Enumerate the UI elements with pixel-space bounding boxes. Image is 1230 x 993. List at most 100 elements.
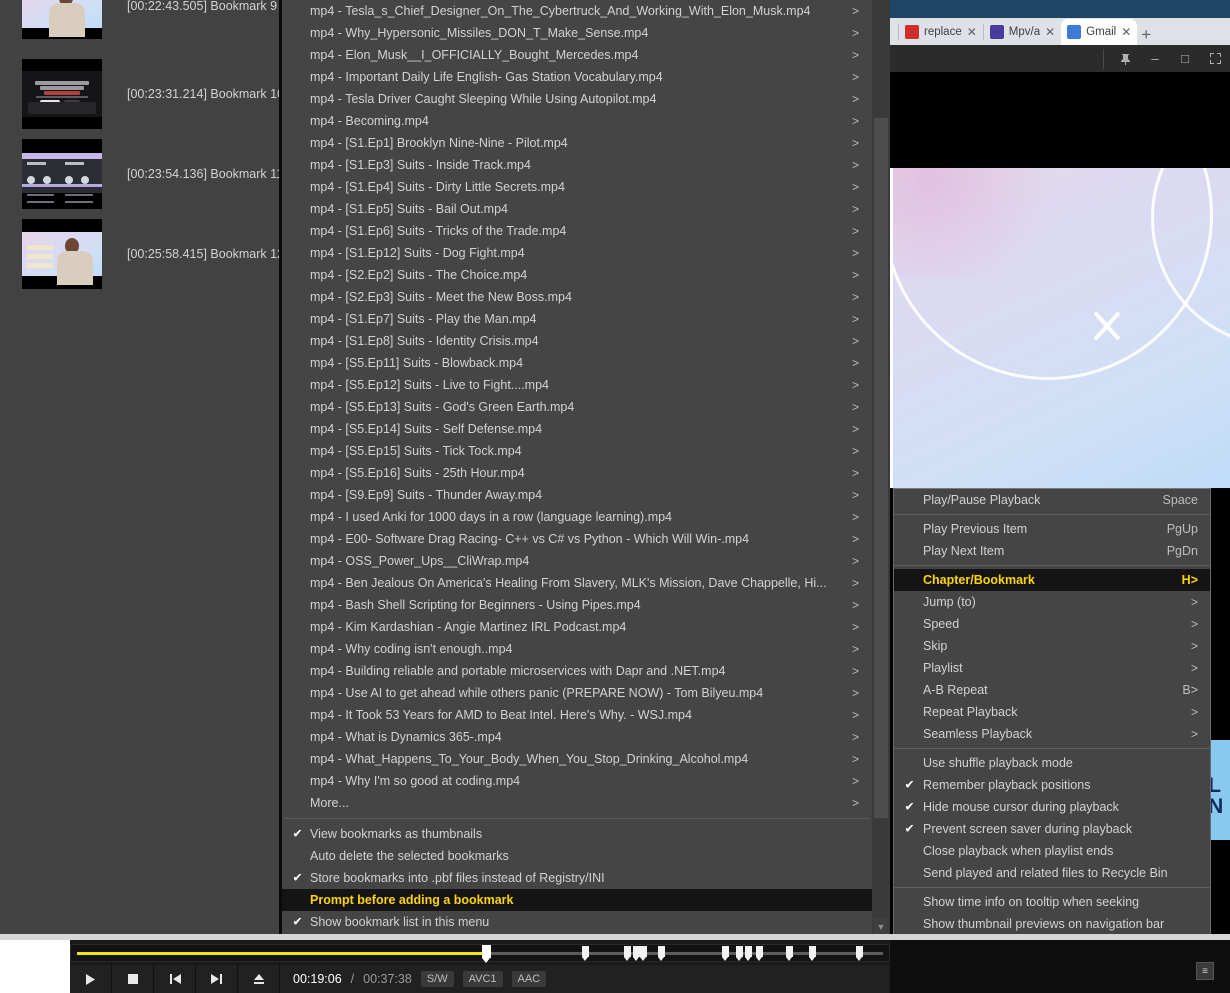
file-menu-item[interactable]: mp4 - [S2.Ep3] Suits - Meet the New Boss… bbox=[282, 286, 872, 308]
file-menu-item[interactable]: mp4 - [S5.Ep14] Suits - Self Defense.mp4… bbox=[282, 418, 872, 440]
file-menu-item[interactable]: mp4 - What_Happens_To_Your_Body_When_You… bbox=[282, 748, 872, 770]
file-menu-item[interactable]: mp4 - [S1.Ep1] Brooklyn Nine-Nine - Pilo… bbox=[282, 132, 872, 154]
bookmark-row[interactable]: [00:22:43.505] Bookmark 9 bbox=[22, 0, 277, 39]
context-menu-item[interactable]: Jump (to) > bbox=[894, 591, 1210, 613]
playhead-handle[interactable] bbox=[481, 945, 491, 963]
context-menu-item[interactable]: Send played and related files to Recycle… bbox=[894, 862, 1210, 884]
context-menu-item[interactable]: Show thumbnail previews on navigation ba… bbox=[894, 913, 1210, 935]
file-menu-item[interactable]: mp4 - [S5.Ep15] Suits - Tick Tock.mp4 > bbox=[282, 440, 872, 462]
close-icon[interactable]: ✕ bbox=[1045, 25, 1055, 39]
file-menu-item[interactable]: mp4 - [S1.Ep5] Suits - Bail Out.mp4 > bbox=[282, 198, 872, 220]
context-menu-item[interactable]: Show time info on tooltip when seeking bbox=[894, 891, 1210, 913]
context-menu-item[interactable]: Close playback when playlist ends bbox=[894, 840, 1210, 862]
bookmark-option-item[interactable]: Prompt before adding a bookmark bbox=[282, 889, 872, 911]
restore-icon[interactable] bbox=[1200, 46, 1230, 72]
context-menu-item[interactable]: Speed > bbox=[894, 613, 1210, 635]
maximize-button[interactable]: □ bbox=[1170, 46, 1200, 72]
file-menu-item[interactable]: mp4 - Kim Kardashian - Angie Martinez IR… bbox=[282, 616, 872, 638]
context-menu-item[interactable]: Seamless Playback > bbox=[894, 723, 1210, 745]
bookmark-marker[interactable] bbox=[735, 946, 743, 961]
pin-icon[interactable] bbox=[1110, 46, 1140, 72]
file-menu-item[interactable]: mp4 - [S1.Ep7] Suits - Play the Man.mp4 > bbox=[282, 308, 872, 330]
previous-button[interactable] bbox=[154, 965, 196, 993]
bookmark-marker[interactable] bbox=[785, 946, 793, 961]
context-menu-item[interactable]: Play/Pause Playback Space bbox=[894, 489, 1210, 511]
bookmark-marker[interactable] bbox=[855, 946, 863, 961]
next-button[interactable] bbox=[196, 965, 238, 993]
file-menu-item[interactable]: mp4 - [S1.Ep6] Suits - Tricks of the Tra… bbox=[282, 220, 872, 242]
browser-tab-2[interactable]: Gmail ✕ bbox=[1061, 19, 1138, 45]
file-menu-item[interactable]: mp4 - Tesla Driver Caught Sleeping While… bbox=[282, 88, 872, 110]
bookmark-marker[interactable] bbox=[722, 946, 730, 961]
stop-button[interactable] bbox=[112, 965, 154, 993]
bookmark-thumbnail[interactable] bbox=[22, 139, 102, 209]
file-menu-item[interactable]: mp4 - Tesla_s_Chief_Designer_On_The_Cybe… bbox=[282, 0, 872, 22]
scrollbar-thumb[interactable] bbox=[874, 118, 888, 818]
context-menu-item[interactable]: A-B Repeat B> bbox=[894, 679, 1210, 701]
file-menu-item[interactable]: mp4 - Elon_Musk__I_OFFICIALLY_Bought_Mer… bbox=[282, 44, 872, 66]
bookmark-option-item[interactable]: ✔ Store bookmarks into .pbf files instead… bbox=[282, 867, 872, 889]
file-menu-item[interactable]: mp4 - Why_Hypersonic_Missiles_DON_T_Make… bbox=[282, 22, 872, 44]
file-menu-item[interactable]: mp4 - [S5.Ep16] Suits - 25th Hour.mp4 > bbox=[282, 462, 872, 484]
play-button[interactable] bbox=[70, 965, 112, 993]
bookmark-marker[interactable] bbox=[624, 946, 632, 961]
bookmark-marker[interactable] bbox=[744, 946, 752, 961]
file-menu-item[interactable]: mp4 - [S1.Ep12] Suits - Dog Fight.mp4 > bbox=[282, 242, 872, 264]
file-menu-item[interactable]: mp4 - [S5.Ep11] Suits - Blowback.mp4 > bbox=[282, 352, 872, 374]
context-menu-item[interactable]: Play Previous Item PgUp bbox=[894, 518, 1210, 540]
file-menu-item[interactable]: mp4 - [S5.Ep12] Suits - Live to Fight...… bbox=[282, 374, 872, 396]
bookmark-thumbnail[interactable] bbox=[22, 59, 102, 129]
file-menu-item[interactable]: mp4 - [S1.Ep3] Suits - Inside Track.mp4 > bbox=[282, 154, 872, 176]
bookmark-option-item[interactable]: ✔ Show bookmark list in this menu bbox=[282, 911, 872, 933]
bookmark-marker[interactable] bbox=[639, 946, 647, 961]
bookmark-marker[interactable] bbox=[632, 946, 640, 961]
file-menu-item[interactable]: mp4 - [S5.Ep13] Suits - God's Green Eart… bbox=[282, 396, 872, 418]
bookmark-marker[interactable] bbox=[809, 946, 817, 961]
close-icon[interactable]: ✕ bbox=[967, 25, 977, 39]
file-menu-item[interactable]: mp4 - Important Daily Life English- Gas … bbox=[282, 66, 872, 88]
context-menu-item[interactable]: ✔ Remember playback positions bbox=[894, 774, 1210, 796]
file-menu-item[interactable]: mp4 - I used Anki for 1000 days in a row… bbox=[282, 506, 872, 528]
file-menu-item[interactable]: mp4 - Why coding isn't enough..mp4 > bbox=[282, 638, 872, 660]
file-menu-item[interactable]: mp4 - Bash Shell Scripting for Beginners… bbox=[282, 594, 872, 616]
navigation-bar[interactable] bbox=[70, 944, 890, 963]
file-menu-item[interactable]: mp4 - Becoming.mp4 > bbox=[282, 110, 872, 132]
file-menu-item[interactable]: mp4 - It Took 53 Years for AMD to Beat I… bbox=[282, 704, 872, 726]
bookmark-marker[interactable] bbox=[581, 946, 589, 961]
bookmark-option-item[interactable]: Auto delete the selected bookmarks bbox=[282, 845, 872, 867]
eject-button[interactable] bbox=[238, 965, 280, 993]
bookmark-option-item[interactable]: ✔ View bookmarks as thumbnails bbox=[282, 823, 872, 845]
bookmark-row[interactable]: [00:23:54.136] Bookmark 11 bbox=[22, 139, 283, 209]
file-menu-item[interactable]: mp4 - Building reliable and portable mic… bbox=[282, 660, 872, 682]
browser-tab-1[interactable]: Mpv/a ✕ bbox=[984, 19, 1061, 45]
context-menu-item[interactable]: Playlist > bbox=[894, 657, 1210, 679]
context-menu-item[interactable]: Use shuffle playback mode bbox=[894, 752, 1210, 774]
file-menu-item[interactable]: mp4 - [S1.Ep8] Suits - Identity Crisis.m… bbox=[282, 330, 872, 352]
context-menu-item[interactable]: Repeat Playback > bbox=[894, 701, 1210, 723]
file-menu-item[interactable]: mp4 - E00- Software Drag Racing- C++ vs … bbox=[282, 528, 872, 550]
context-menu-item[interactable]: ✔ Prevent screen saver during playback bbox=[894, 818, 1210, 840]
bookmark-marker[interactable] bbox=[658, 946, 666, 961]
file-menu-item[interactable]: mp4 - [S1.Ep4] Suits - Dirty Little Secr… bbox=[282, 176, 872, 198]
context-menu-item[interactable]: ✔ Hide mouse cursor during playback bbox=[894, 796, 1210, 818]
bookmark-thumbnail[interactable] bbox=[22, 0, 102, 39]
bookmark-row[interactable]: [00:25:58.415] Bookmark 12 bbox=[22, 219, 284, 289]
bookmark-thumbnail[interactable] bbox=[22, 219, 102, 289]
file-menu-item[interactable]: mp4 - Why I'm so good at coding.mp4 > bbox=[282, 770, 872, 792]
bookmark-row[interactable]: [00:23:31.214] Bookmark 10 bbox=[22, 59, 284, 129]
file-menu-item[interactable]: mp4 - What is Dynamics 365-.mp4 > bbox=[282, 726, 872, 748]
file-menu-item[interactable]: mp4 - Use AI to get ahead while others p… bbox=[282, 682, 872, 704]
menu-button[interactable]: ≡ bbox=[1196, 962, 1214, 980]
close-icon[interactable]: ✕ bbox=[1121, 25, 1131, 39]
file-menu-item[interactable]: mp4 - Ben Jealous On America's Healing F… bbox=[282, 572, 872, 594]
file-menu-item[interactable]: mp4 - [S2.Ep2] Suits - The Choice.mp4 > bbox=[282, 264, 872, 286]
bookmark-marker[interactable] bbox=[755, 946, 763, 961]
file-menu-scrollbar[interactable]: ▼ bbox=[872, 0, 890, 940]
context-menu-item[interactable]: Chapter/Bookmark H> bbox=[894, 569, 1210, 591]
browser-tab-0[interactable]: replace ✕ bbox=[899, 19, 983, 45]
file-menu-item[interactable]: More... > bbox=[282, 792, 872, 814]
new-tab-button[interactable]: + bbox=[1137, 25, 1155, 45]
minimize-button[interactable]: – bbox=[1140, 46, 1170, 72]
video-surface[interactable] bbox=[893, 168, 1230, 488]
context-menu-item[interactable]: Skip > bbox=[894, 635, 1210, 657]
